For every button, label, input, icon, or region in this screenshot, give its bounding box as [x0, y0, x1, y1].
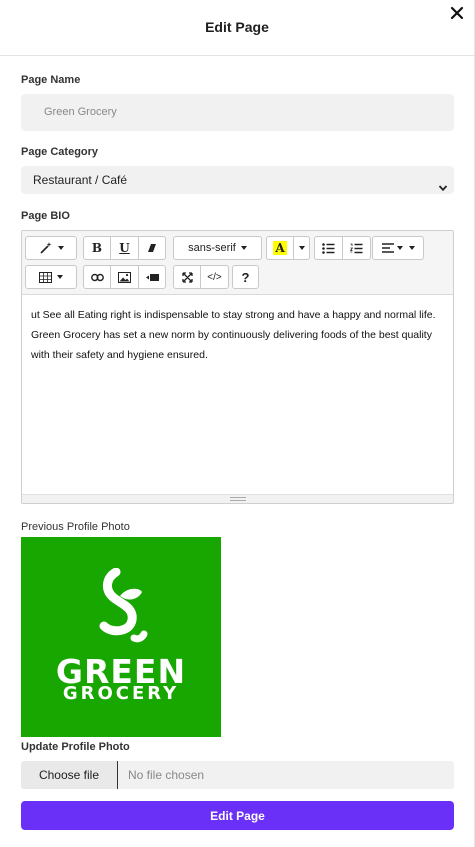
editor-toolbar: B U sans-serif A </> ? [22, 231, 453, 295]
previous-profile-photo: GREEN GROCERY [21, 537, 221, 737]
magic-wand-icon[interactable] [25, 236, 77, 260]
close-icon[interactable] [448, 4, 466, 22]
code-view-icon[interactable]: </> [200, 265, 229, 289]
page-category-select[interactable]: Restaurant / Café [21, 166, 454, 194]
edit-page-button[interactable]: Edit Page [21, 801, 454, 830]
picture-icon[interactable] [110, 265, 139, 289]
page-category-value: Restaurant / Café [33, 173, 128, 187]
link-icon[interactable] [83, 265, 111, 289]
page-name-label: Page Name [21, 74, 81, 86]
text-color-icon[interactable]: A [266, 236, 294, 260]
bio-rich-text-editor: B U sans-serif A </> ? ut See all Eating… [21, 230, 454, 504]
page-name-input[interactable]: Green Grocery [21, 94, 454, 131]
eraser-icon[interactable] [138, 236, 166, 260]
editor-content[interactable]: ut See all Eating right is indispensable… [22, 295, 453, 491]
previous-photo-label: Previous Profile Photo [21, 521, 130, 533]
unordered-list-icon[interactable] [314, 236, 343, 260]
font-family-value: sans-serif [188, 242, 236, 254]
modal-title: Edit Page [205, 19, 269, 35]
text-color-dropdown[interactable] [293, 236, 310, 260]
page-category-label: Page Category [21, 146, 99, 158]
align-icon[interactable] [372, 236, 424, 260]
editor-resize-handle[interactable] [22, 494, 453, 503]
page-bio-label: Page BIO [21, 210, 70, 222]
help-icon[interactable]: ? [232, 265, 259, 289]
brand-name-line2: GROCERY [62, 683, 180, 704]
file-status: No file chosen [128, 768, 205, 782]
update-photo-label: Update Profile Photo [21, 741, 130, 753]
bold-icon[interactable]: B [83, 236, 111, 260]
leaf-logo-icon [99, 568, 148, 643]
video-icon[interactable] [138, 265, 166, 289]
ordered-list-icon[interactable] [342, 236, 371, 260]
modal-header: Edit Page [0, 0, 474, 56]
font-family-dropdown[interactable]: sans-serif [173, 236, 262, 260]
underline-icon[interactable]: U [110, 236, 139, 260]
edit-page-modal: Edit Page Page Name Green Grocery Page C… [0, 0, 475, 847]
chevron-down-icon [438, 175, 448, 203]
table-icon[interactable] [25, 265, 77, 289]
choose-file-button[interactable]: Choose file [21, 761, 118, 789]
fullscreen-icon[interactable] [173, 265, 201, 289]
profile-photo-file-input[interactable]: Choose file No file chosen [21, 761, 454, 789]
